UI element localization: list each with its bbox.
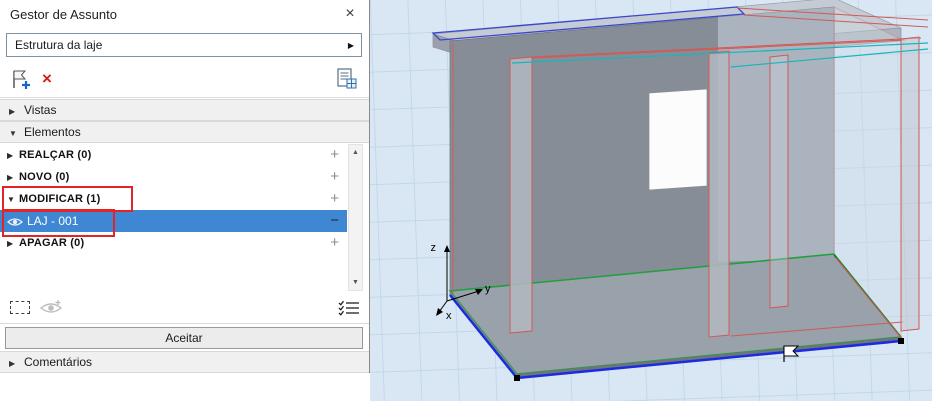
panel-toolbar: × [0,60,369,98]
flyout-arrow-icon: ▶ [348,41,354,50]
category-realcar[interactable]: ▶ REALÇAR (0) + [0,144,347,166]
elements-list: ▶ REALÇAR (0) + ▶ NOVO (0) + ▼ MODIFICAR… [0,144,369,291]
window-opening [649,89,707,190]
corner-handle[interactable] [514,375,520,381]
chevron-down-icon: ▼ [7,195,15,204]
issue-selector-value: Estrutura da laje [15,34,102,56]
3d-viewport[interactable]: z y x [370,0,932,401]
axis-label-z: z [431,242,437,254]
category-label: NOVO (0) [19,166,70,188]
section-vistas[interactable]: ▶ Vistas [0,99,369,121]
add-button[interactable]: + [330,232,339,254]
3d-scene[interactable]: z y x [370,0,932,401]
chevron-right-icon: ▶ [9,107,15,116]
chevron-right-icon: ▶ [7,239,13,248]
panel-bottom-toolbar [0,291,369,324]
eye-icon[interactable] [7,215,23,233]
category-novo[interactable]: ▶ NOVO (0) + [0,166,347,188]
section-elementos[interactable]: ▼ Elementos [0,121,369,143]
category-label: APAGAR (0) [19,232,84,254]
chevron-down-icon: ▼ [9,129,17,138]
category-apagar[interactable]: ▶ APAGAR (0) + [0,232,347,254]
corner-handle[interactable] [898,338,904,344]
panel-titlebar[interactable]: Gestor de Assunto × [0,0,369,30]
issue-manager-panel: Gestor de Assunto × Estrutura da laje ▶ … [0,0,370,373]
issue-selector[interactable]: Estrutura da laje ▶ [6,33,362,57]
section-comentarios[interactable]: ▶ Comentários [0,351,369,373]
new-issue-icon[interactable] [9,67,33,91]
scroll-down-icon[interactable]: ▼ [349,275,362,290]
add-button[interactable]: + [330,144,339,166]
issue-scheme-settings-icon[interactable] [335,67,359,91]
section-label: Vistas [24,100,56,121]
axis-label-x: x [446,310,452,322]
panel-title: Gestor de Assunto [10,0,117,30]
axis-label-y: y [485,283,491,295]
chevron-right-icon: ▶ [7,151,13,160]
category-modificar[interactable]: ▼ MODIFICAR (1) + [0,188,347,210]
close-icon[interactable]: × [341,5,359,23]
issue-list-options-icon[interactable] [338,299,360,317]
remove-button[interactable]: − [330,210,339,232]
list-item-laj-001[interactable]: LAJ - 001 − [0,210,347,232]
section-label: Comentários [24,352,92,373]
highlight-view-icon[interactable] [40,299,62,317]
chevron-right-icon: ▶ [7,173,13,182]
delete-issue-icon[interactable]: × [42,68,52,90]
scroll-up-icon[interactable]: ▲ [349,145,362,160]
accept-button[interactable]: Aceitar [5,327,363,349]
list-scrollbar[interactable]: ▲ ▼ [348,144,363,291]
app-window: z y x Gestor de Assunto × Estrutura da l… [0,0,932,401]
list-item-label: LAJ - 001 [27,210,78,232]
section-label: Elementos [24,122,81,143]
category-label: REALÇAR (0) [19,144,91,166]
category-label: MODIFICAR (1) [19,188,100,210]
marquee-selection-icon[interactable] [10,301,30,314]
add-button[interactable]: + [330,188,339,210]
add-button[interactable]: + [330,166,339,188]
chevron-right-icon: ▶ [9,359,15,368]
